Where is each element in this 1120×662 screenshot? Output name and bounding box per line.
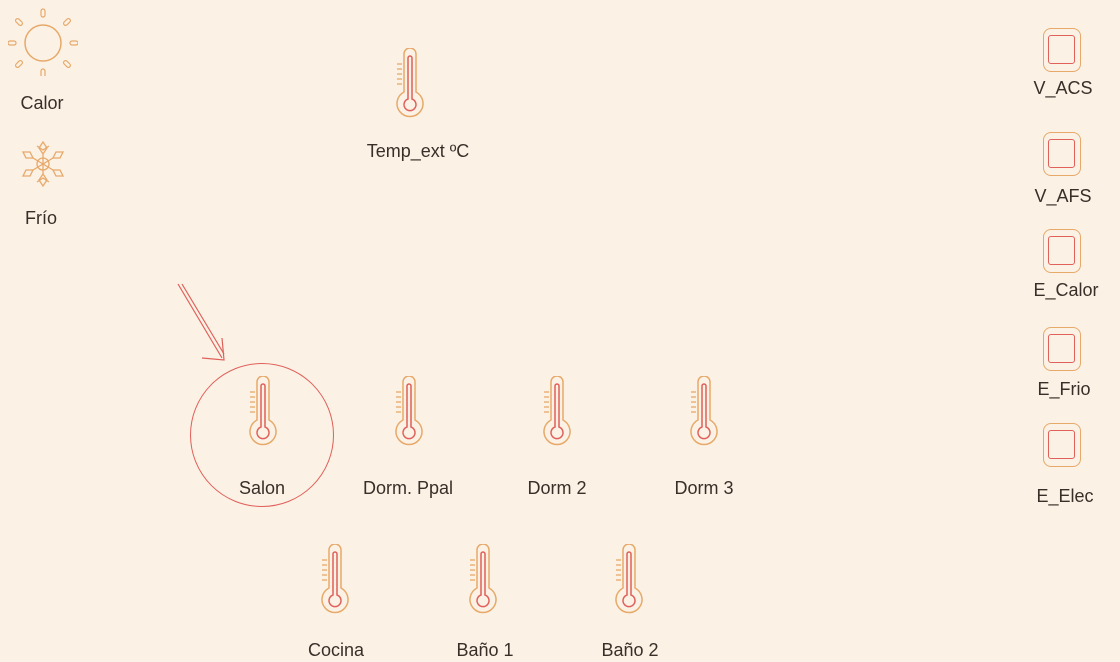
e-frio-switch[interactable] xyxy=(1043,327,1081,371)
v-acs-label: V_ACS xyxy=(1033,78,1093,98)
e-elec-switch[interactable] xyxy=(1043,423,1081,467)
thermometer-icon xyxy=(396,47,424,118)
frio-label: Frío xyxy=(24,208,58,228)
e-calor-label: E_Calor xyxy=(1033,280,1099,300)
salon-sensor[interactable] xyxy=(246,375,280,448)
e-elec-label: E_Elec xyxy=(1036,486,1094,506)
calor-mode[interactable] xyxy=(7,6,79,78)
dorm-ppal-label: Dorm. Ppal xyxy=(362,478,454,498)
snowflake-icon xyxy=(21,140,65,188)
v-acs-switch[interactable] xyxy=(1043,28,1081,72)
pointer-arrow-icon xyxy=(177,283,225,361)
thermometer-icon xyxy=(249,375,277,446)
salon-label: Salon xyxy=(238,478,286,498)
calor-label: Calor xyxy=(20,93,64,113)
valve-square-icon xyxy=(1048,430,1075,459)
dorm-ppal-sensor[interactable] xyxy=(392,375,426,448)
valve-square-icon xyxy=(1048,139,1075,168)
bano1-sensor[interactable] xyxy=(466,543,500,616)
temp-ext-label: Temp_ext ºC xyxy=(366,141,470,161)
v-afs-label: V_AFS xyxy=(1034,186,1092,206)
bano2-sensor[interactable] xyxy=(612,543,646,616)
sun-icon xyxy=(7,8,79,78)
valve-square-icon xyxy=(1048,236,1075,265)
thermometer-icon xyxy=(321,543,349,614)
cocina-label: Cocina xyxy=(307,640,365,660)
e-frio-label: E_Frio xyxy=(1037,379,1091,399)
thermometer-icon xyxy=(395,375,423,446)
bano2-label: Baño 2 xyxy=(601,640,659,660)
bano1-label: Baño 1 xyxy=(456,640,514,660)
valve-square-icon xyxy=(1048,35,1075,64)
dorm2-label: Dorm 2 xyxy=(527,478,587,498)
e-calor-switch[interactable] xyxy=(1043,229,1081,273)
dorm3-sensor[interactable] xyxy=(687,375,721,448)
frio-mode[interactable] xyxy=(18,138,68,190)
dorm2-sensor[interactable] xyxy=(540,375,574,448)
dorm3-label: Dorm 3 xyxy=(674,478,734,498)
temp-ext-sensor[interactable] xyxy=(393,47,427,120)
thermometer-icon xyxy=(469,543,497,614)
thermometer-icon xyxy=(615,543,643,614)
thermometer-icon xyxy=(543,375,571,446)
thermometer-icon xyxy=(690,375,718,446)
v-afs-switch[interactable] xyxy=(1043,132,1081,176)
valve-square-icon xyxy=(1048,334,1075,363)
cocina-sensor[interactable] xyxy=(318,543,352,616)
